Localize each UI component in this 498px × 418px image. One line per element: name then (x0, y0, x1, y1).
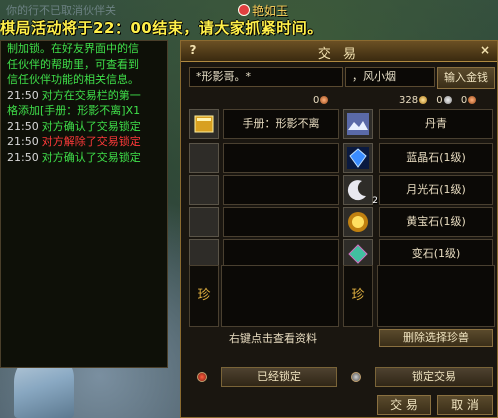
faded-system-text: 你的行不已取消伙伴关 (6, 4, 116, 17)
moonstone-icon (346, 178, 370, 202)
chat-time: 21:50 (7, 119, 39, 133)
trade-title: 交 易 (317, 47, 361, 62)
left-locked-button: 已经锁定 (221, 367, 337, 387)
chat-text: 制加锁。在好友界面中的信 (7, 42, 139, 55)
chat-line: 21:50 对方确认了交易锁定 (1, 119, 167, 135)
lock-trade-button[interactable]: 锁定交易 (375, 367, 493, 387)
left-item-name (223, 175, 339, 205)
alexandrite-icon (346, 242, 370, 266)
chat-time: 21:50 (7, 88, 39, 102)
right-item-slot[interactable] (343, 207, 373, 237)
left-item-slot[interactable] (189, 109, 219, 139)
left-item-name (223, 207, 339, 237)
trade-button[interactable]: 交 易 (377, 395, 431, 415)
left-lock-indicator-icon (197, 372, 207, 382)
item-quantity: 2 (372, 196, 378, 206)
right-item-name: 月光石(1级) (379, 175, 493, 205)
right-item-slot[interactable] (343, 109, 373, 139)
blue-crystal-icon (346, 146, 370, 170)
left-item-slot[interactable] (189, 175, 219, 205)
topaz-icon (346, 210, 370, 234)
left-player-name: *形影哥。* (189, 67, 343, 87)
gold-coin-icon (419, 96, 428, 104)
chat-line: 21:50 对方确认了交易锁定 (1, 150, 167, 166)
right-money-silver: 0 (436, 95, 443, 106)
right-item-name: 丹青 (379, 109, 493, 139)
right-player-name: ，风小烟 (345, 67, 435, 87)
left-pet-label: 珍 (189, 265, 219, 327)
silver-coin-icon (443, 96, 452, 104)
left-item-name: 手册：形影不离 (223, 109, 339, 139)
chat-text: 格添加[手册：形影不离]X1 (7, 104, 141, 117)
left-pet-slot[interactable] (221, 265, 339, 327)
chat-text: 对方解除了交易锁定 (41, 135, 141, 148)
right-money-gold: 328 (399, 95, 419, 106)
chat-line: 制加锁。在好友界面中的信 (1, 41, 167, 57)
announcement: 棋局活动将于22：00结束，请大家抓紧时间。 (0, 19, 323, 37)
chat-line: 21:50 对方在交易栏的第一 (1, 88, 167, 104)
chat-line: 格添加[手册：形影不离]X1 (1, 103, 167, 119)
chat-time: 21:50 (7, 135, 39, 148)
copper-coin-icon (468, 96, 477, 104)
right-item-name: 蓝晶石(1级) (379, 143, 493, 173)
chat-lines: 制加锁。在好友界面中的信 任伙伴的帮助里，可查看到 信任伙伴功能的相关信息。 21:5… (1, 41, 167, 165)
right-lock-indicator-icon (351, 372, 361, 382)
trade-window: ? 交 易 × *形影哥。* ，风小烟 输入金钱 0 328 0 0 手册：形影… (180, 40, 498, 418)
close-button[interactable]: × (478, 43, 492, 57)
chat-text: 对方确认了交易锁定 (41, 150, 141, 164)
chat-text: 对方在交易栏的第一 (41, 88, 141, 102)
right-pet-slot[interactable] (377, 265, 495, 327)
right-item-name: 黄宝石(1级) (379, 207, 493, 237)
golden-book-icon (192, 112, 216, 136)
cancel-button[interactable]: 取 消 (437, 395, 493, 415)
chat-time: 21:50 (7, 150, 39, 164)
chat-panel[interactable]: 制加锁。在好友界面中的信 任伙伴的帮助里，可查看到 信任伙伴功能的相关信息。 21:5… (0, 40, 168, 368)
copper-coin-icon (320, 96, 329, 104)
delete-pet-button[interactable]: 删除选择珍兽 (379, 329, 493, 347)
chat-line: 任伙伴的帮助里，可查看到 (1, 57, 167, 73)
trade-titlebar[interactable]: ? 交 易 × (181, 41, 497, 62)
chat-text: 信任伙伴功能的相关信息。 (7, 73, 139, 86)
right-item-slot[interactable] (343, 143, 373, 173)
painting-icon (346, 112, 370, 136)
right-item-slot[interactable]: 2 (343, 175, 378, 206)
chat-text: 任伙伴的帮助里，可查看到 (7, 57, 139, 71)
right-money: 328 0 0 (399, 95, 477, 107)
left-item-name (223, 143, 339, 173)
chat-text: 对方确认了交易锁定 (41, 119, 141, 133)
left-money: 0 (313, 95, 329, 107)
input-gold-button[interactable]: 输入金钱 (437, 67, 495, 89)
right-click-hint: 右键点击查看资料 (229, 332, 317, 345)
right-money-copper: 0 (460, 95, 468, 106)
left-item-slot[interactable] (189, 143, 219, 173)
chat-line: 信任伙伴功能的相关信息。 (1, 72, 167, 88)
npc-badge-icon (238, 4, 250, 16)
chat-line: 21:50 对方解除了交易锁定 (1, 134, 167, 150)
right-pet-label: 珍 (343, 265, 373, 327)
left-money-value: 0 (313, 95, 320, 106)
left-item-slot[interactable] (189, 207, 219, 237)
